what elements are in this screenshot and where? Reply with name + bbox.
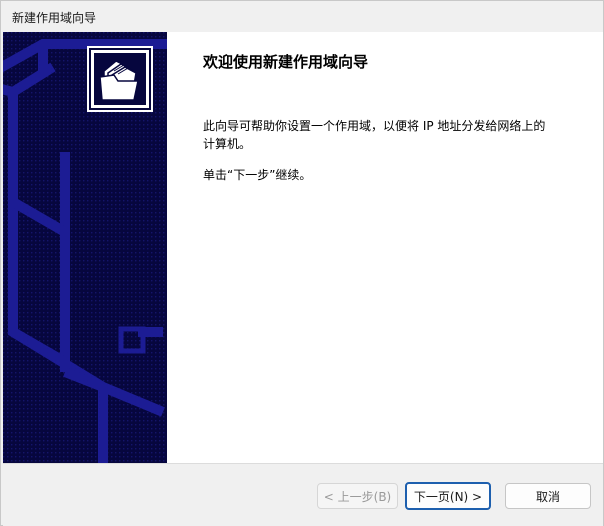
window-title: 新建作用域向导 [12,11,97,25]
wizard-footer: < 上一步(B) 下一页(N) > 取消 [3,464,603,526]
wizard-logo [87,46,153,112]
back-button[interactable]: < 上一步(B) [317,483,398,509]
wizard-heading: 欢迎使用新建作用域向导 [203,53,369,71]
wizard-side-banner [3,32,167,463]
wizard-window: 新建作用域向导 欢迎使用新建作用域向导 此向导可帮助你设置一个作用域，以便将 I… [0,0,604,526]
cancel-button[interactable]: 取消 [505,483,591,509]
wizard-content: 欢迎使用新建作用域向导 此向导可帮助你设置一个作用域，以便将 IP 地址分发给网… [3,32,603,463]
next-button[interactable]: 下一页(N) > [405,482,491,510]
wizard-hint: 单击“下一步”继续。 [203,168,312,182]
folders-icon [94,53,146,105]
title-bar[interactable]: 新建作用域向导 [1,1,603,32]
wizard-description: 此向导可帮助你设置一个作用域，以便将 IP 地址分发给网络上的计算机。 [203,119,546,151]
